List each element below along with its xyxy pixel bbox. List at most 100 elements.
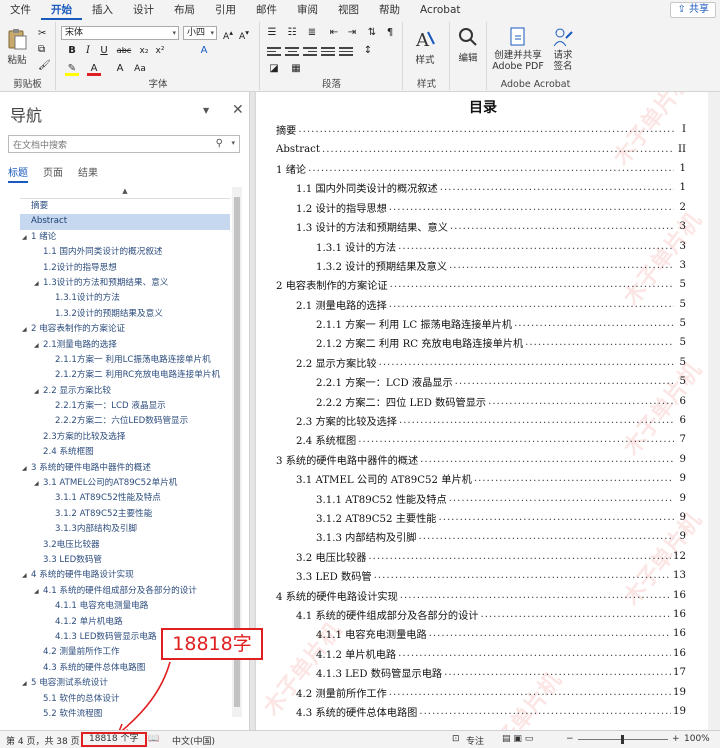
align-right-icon[interactable] [303,45,317,57]
align-center-icon[interactable] [285,45,299,57]
nav-heading-item[interactable]: ◢ 1 绪论 [20,230,230,245]
format-painter-icon[interactable]: 🖌 [38,60,51,71]
focus-label[interactable]: 专注 [466,734,484,747]
strikethrough-button[interactable]: abc [115,44,133,58]
zoom-out-icon[interactable]: − [566,734,574,744]
toc-entry[interactable]: 2.2 显示方案比较..............................… [276,353,686,372]
toc-entry[interactable]: 2.1.2 方案二 利用 RC 充放电电路连接单片机..............… [276,333,686,352]
expand-toggle-icon[interactable]: ◢ [22,568,31,583]
align-left-icon[interactable] [267,45,281,57]
chevron-down-icon[interactable]: ▾ [231,139,235,147]
nav-heading-item[interactable]: ◢ 3.1 ATMEL公司的AT89C52单片机 [20,476,230,491]
menu-tab[interactable]: 视图 [328,0,369,20]
nav-tab[interactable]: 页面 [43,164,63,183]
nav-heading-item[interactable]: 摘要 [20,199,230,214]
menu-tab[interactable]: Acrobat [410,0,471,20]
nav-heading-item[interactable]: ◢ 3 系统的硬件电路中器件的概述 [20,461,230,476]
toc-entry[interactable]: 4.2 测量前所作工作.............................… [276,682,686,701]
language-indicator[interactable]: 中文(中国) [172,734,215,747]
justify-icon[interactable] [321,45,335,57]
toc-entry[interactable]: 1 绪论....................................… [276,159,686,178]
toc-entry[interactable]: 3.2 电压比较器...............................… [276,547,686,566]
nav-heading-item[interactable]: 2.1.2方案二 利用RC充放电电路连接单片机 [20,368,230,383]
nav-heading-item[interactable]: 2.3方案的比较及选择 [20,430,230,445]
expand-toggle-icon[interactable]: ◢ [22,230,31,245]
menu-tab[interactable]: 开始 [41,0,82,20]
nav-search-input[interactable]: 在文档中搜索 ⚲ ▾ [8,135,240,153]
toc-entry[interactable]: 3 系统的硬件电路中器件的概述.........................… [276,450,686,469]
nav-heading-item[interactable]: 4.1.1 电容充电测量电路 [20,599,230,614]
numbering-icon[interactable]: ☷ [285,26,299,40]
menu-tab[interactable]: 审阅 [287,0,328,20]
toc-entry[interactable]: 3.1.3 内部结构及引脚...........................… [276,527,686,546]
search-icon[interactable]: ⚲ [216,138,223,149]
toc-entry[interactable]: 2.2.2 方案二：四位 LED 数码管显示..................… [276,391,686,410]
close-icon[interactable]: ✕ [232,102,244,118]
nav-heading-item[interactable]: 3.3 LED数码管 [20,553,230,568]
toc-entry[interactable]: 4.1.2 单片机电路.............................… [276,644,686,663]
editing-button[interactable]: 编辑 [457,26,479,64]
expand-toggle-icon[interactable]: ◢ [34,276,43,291]
underline-button[interactable]: U [97,44,111,58]
line-spacing-icon[interactable]: ↕ [361,44,375,58]
collapse-up-icon[interactable]: ▲ [20,187,230,199]
toc-entry[interactable]: 3.1.2 AT89C52 主要性能......................… [276,508,686,527]
char-shading-icon[interactable]: A [113,62,127,76]
nav-heading-item[interactable]: 3.1.3内部结构及引脚 [20,522,230,537]
bold-button[interactable]: B [65,44,79,58]
nav-heading-item[interactable]: ◢ 4.1 系统的硬件组成部分及各部分的设计 [20,584,230,599]
nav-heading-item[interactable]: ◢ 1.3设计的方法和预期结果、意义 [20,276,230,291]
text-effects-icon[interactable]: A [197,44,211,58]
expand-toggle-icon[interactable]: ◢ [34,338,43,353]
italic-button[interactable]: I [81,44,95,58]
toc-entry[interactable]: 2.1.1 方案一 利用 LC 振荡电路连接单片机...............… [276,314,686,333]
menu-tab[interactable]: 插入 [82,0,123,20]
nav-heading-item[interactable]: 1.3.1设计的方法 [20,291,230,306]
char-border-icon[interactable]: Aa [133,62,147,76]
toc-entry[interactable]: 1.3.1 设计的方法.............................… [276,236,686,255]
nav-heading-item[interactable]: ◢ 4 系统的硬件电路设计实现 [20,568,230,583]
page-indicator[interactable]: 第 4 页，共 38 页 [6,734,80,747]
toc-entry[interactable]: 4.1.1 电容充电测量电路..........................… [276,624,686,643]
nav-heading-item[interactable]: 1.2设计的指导思想 [20,261,230,276]
request-sign-button[interactable]: 请求 签名 [546,26,580,72]
menu-tab[interactable]: 帮助 [369,0,410,20]
subscript-button[interactable]: x₂ [137,44,151,58]
nav-heading-item[interactable]: ◢ 2.1测量电路的选择 [20,338,230,353]
paste-button[interactable]: 粘贴 [6,28,28,66]
toc-entry[interactable]: 4.1.3 LED 数码管显示电路.......................… [276,663,686,682]
toc-entry[interactable]: 3.3 LED 数码管.............................… [276,566,686,585]
proofing-icon[interactable]: 📖 [148,734,159,744]
shrink-font-icon[interactable]: A▾ [237,26,251,42]
expand-toggle-icon[interactable]: ◢ [22,676,31,691]
share-button[interactable]: ⇪ 共享 [670,2,716,18]
nav-heading-item[interactable]: ◢ 2.2 显示方案比较 [20,384,230,399]
nav-options-chevron-icon[interactable]: ▼ [203,106,209,115]
cut-icon[interactable]: ✂ [38,28,46,39]
expand-toggle-icon[interactable]: ◢ [34,384,43,399]
toc-entry[interactable]: 1.3 设计的方法和预期结果、意义.......................… [276,217,686,236]
bullets-icon[interactable]: ☰ [265,26,279,40]
highlight-icon[interactable]: ✎ [65,62,79,76]
show-marks-icon[interactable]: ¶ [383,26,397,40]
toc-entry[interactable]: 2.3 方案的比较及选择............................… [276,411,686,430]
zoom-level[interactable]: 100% [684,734,710,744]
nav-heading-item[interactable]: 3.2电压比较器 [20,538,230,553]
toc-entry[interactable]: Abstract................................… [276,139,686,158]
toc-entry[interactable]: 2.4 系统框图................................… [276,430,686,449]
toc-entry[interactable]: 4.3 系统的硬件总体电路图..........................… [276,702,686,721]
focus-icon[interactable]: ⊡ [452,734,460,744]
view-mode-icon[interactable]: ▤ ▣ ▭ [502,734,533,744]
toc-entry[interactable]: 2.2.1 方案一：LCD 液晶显示......................… [276,372,686,391]
expand-toggle-icon[interactable]: ◢ [22,461,31,476]
multilevel-list-icon[interactable]: ≣ [305,26,319,40]
nav-heading-item[interactable]: 3.1.2 AT89C52主要性能 [20,507,230,522]
toc-entry[interactable]: 4.1 系统的硬件组成部分及各部分的设计....................… [276,605,686,624]
toc-entry[interactable]: 1.1 国内外同类设计的概况叙述........................… [276,178,686,197]
menu-tab[interactable]: 文件 [0,0,41,20]
menu-tab[interactable]: 引用 [205,0,246,20]
toc-entry[interactable]: 摘要......................................… [276,120,686,139]
toc-entry[interactable]: 1.2 设计的指导思想.............................… [276,198,686,217]
nav-heading-item[interactable]: 1.1 国内外同类设计的概况叙述 [20,245,230,260]
toc-entry[interactable]: 2 电容表制作的方案论证............................… [276,275,686,294]
